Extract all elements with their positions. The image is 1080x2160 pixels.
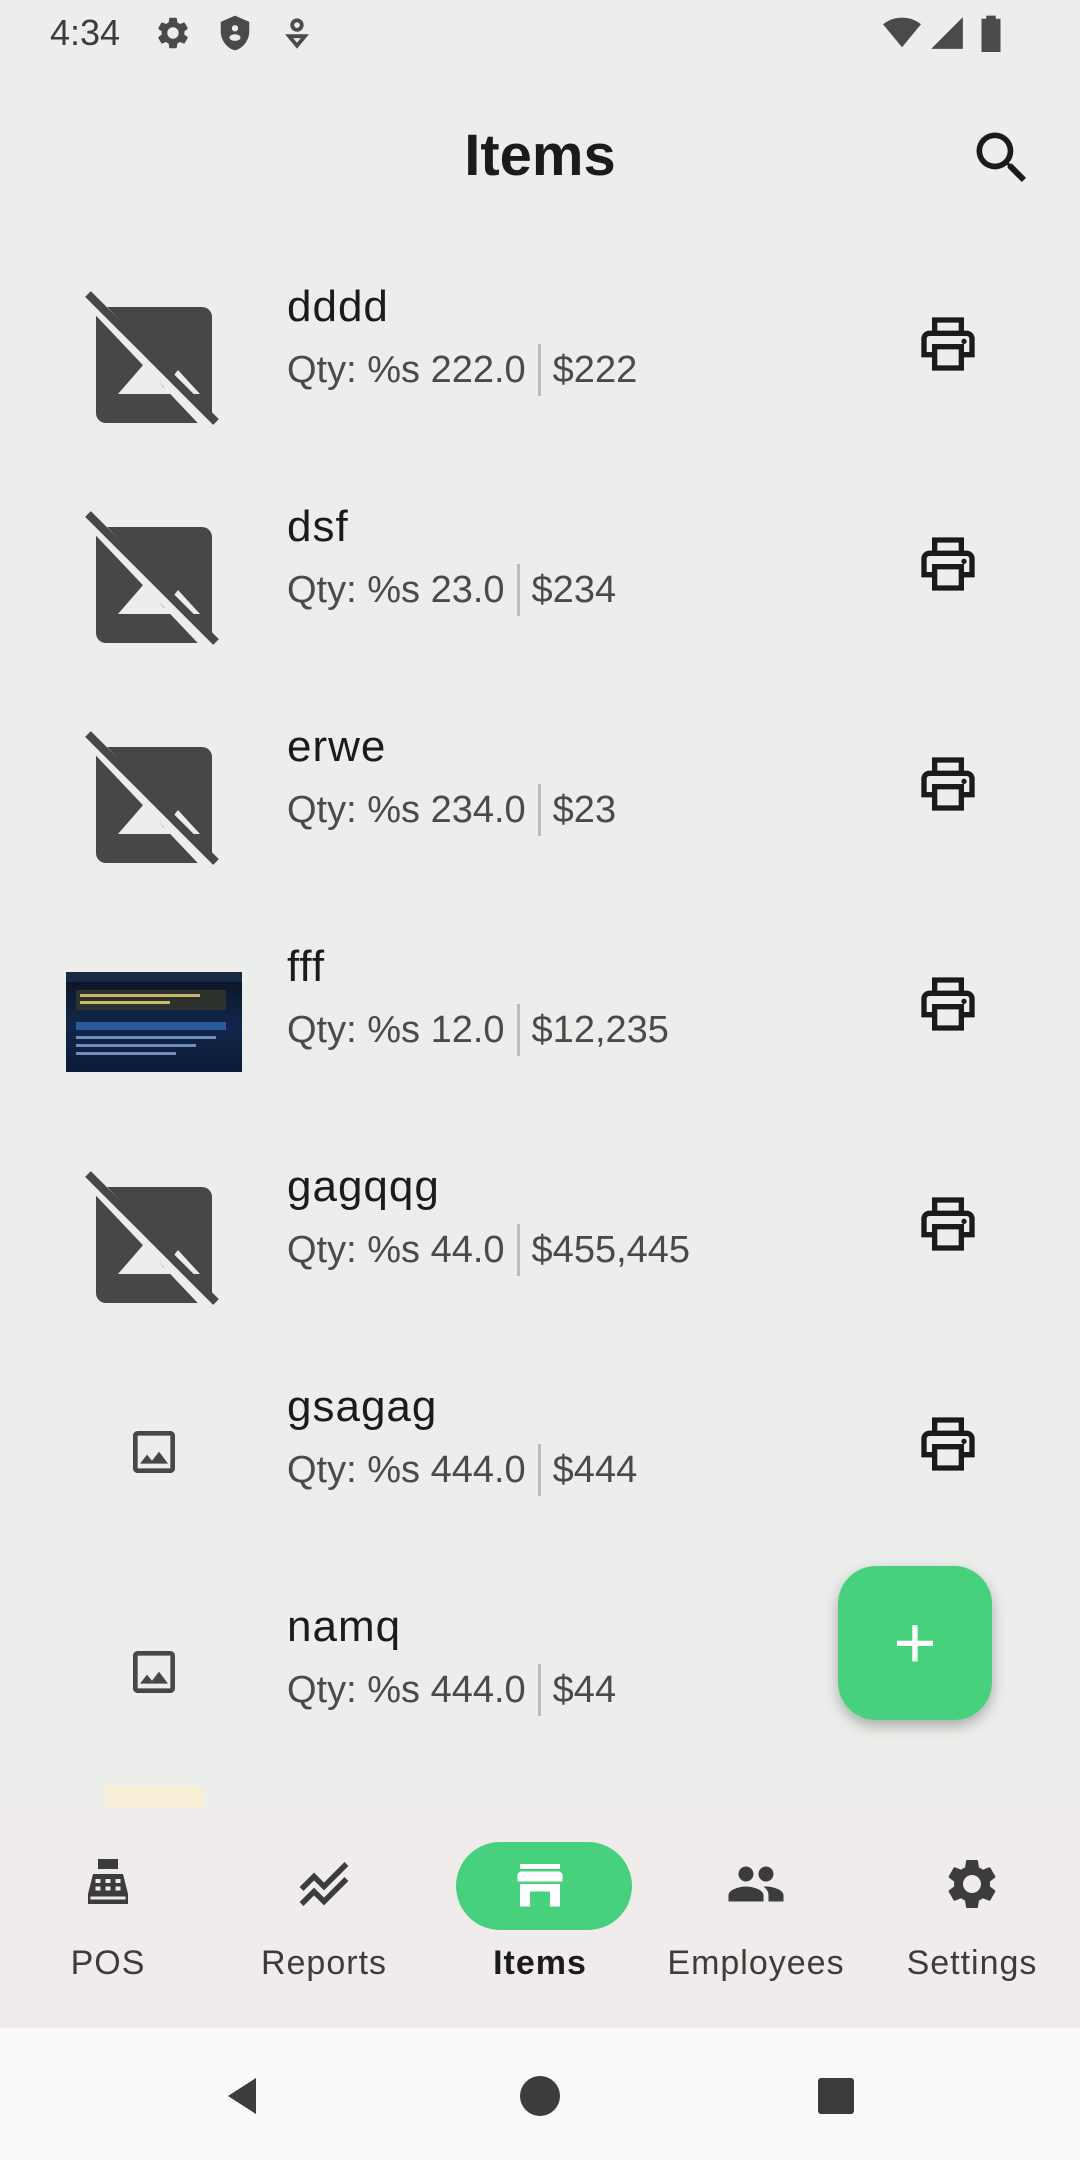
- recents-icon: [818, 2078, 854, 2114]
- system-navigation-bar: [0, 2028, 1080, 2160]
- status-time: 4:34: [50, 12, 121, 53]
- nav-item-settings[interactable]: Settings: [864, 1810, 1080, 2028]
- home-icon: [520, 2076, 560, 2116]
- list-item[interactable]: dsf Qty: %s 23.0 $234: [0, 460, 1080, 680]
- divider: [537, 784, 541, 836]
- gear-icon: [942, 1854, 1002, 1914]
- item-name: dddd: [287, 282, 389, 331]
- item-qty: Qty: %s 444.0: [287, 1668, 526, 1711]
- battery-icon: [978, 14, 1004, 52]
- back-button[interactable]: [220, 2072, 268, 2120]
- item-name: gagqqg: [287, 1162, 440, 1211]
- status-bar: 4:34: [0, 0, 1080, 66]
- printer-icon: [921, 1417, 975, 1471]
- page-title: Items: [464, 123, 616, 188]
- shield-icon: [216, 14, 254, 52]
- trend-icon: [294, 1854, 354, 1914]
- list-item[interactable]: fff Qty: %s 12.0 $12,235: [0, 900, 1080, 1120]
- printer-icon: [921, 317, 975, 371]
- recents-button[interactable]: [812, 2072, 860, 2120]
- add-item-button[interactable]: +: [838, 1566, 992, 1720]
- signal-icon: [928, 14, 966, 52]
- item-name: dsf: [287, 502, 349, 551]
- gear-icon: [154, 14, 192, 52]
- print-button[interactable]: [916, 752, 980, 816]
- item-qty: Qty: %s 44.0: [287, 1228, 505, 1271]
- item-name: namq: [287, 1602, 402, 1651]
- broken-image-icon: [66, 492, 242, 652]
- nav-label: Reports: [260, 1944, 388, 1982]
- search-icon: [976, 132, 1027, 183]
- nav-label: POS: [70, 1944, 146, 1982]
- divider: [516, 1004, 520, 1056]
- item-qty: Qty: %s 444.0: [287, 1448, 526, 1491]
- divider: [537, 1664, 541, 1716]
- item-name: erwe: [287, 722, 387, 771]
- item-meta: Qty: %s 444.0 $444: [287, 1444, 637, 1496]
- print-button[interactable]: [916, 312, 980, 376]
- divider: [516, 1224, 520, 1276]
- print-button[interactable]: [916, 972, 980, 1036]
- item-qty: Qty: %s 23.0: [287, 568, 505, 611]
- item-meta: Qty: %s 12.0 $12,235: [287, 1004, 669, 1056]
- item-name: fff: [287, 942, 326, 991]
- item-price: $444: [552, 1448, 638, 1491]
- item-price: $44: [552, 1668, 617, 1711]
- wifi-icon: [880, 14, 924, 52]
- item-qty: Qty: %s 234.0: [287, 788, 526, 831]
- item-qty: Qty: %s 222.0: [287, 348, 526, 391]
- print-button[interactable]: [916, 532, 980, 596]
- item-price: $234: [531, 568, 617, 611]
- home-button[interactable]: [516, 2072, 564, 2120]
- nav-item-employees[interactable]: Employees: [648, 1810, 864, 2028]
- printer-icon: [921, 977, 975, 1031]
- divider: [516, 564, 520, 616]
- image-icon: [126, 1424, 182, 1480]
- item-qty: Qty: %s 12.0: [287, 1008, 505, 1051]
- store-icon: [510, 1854, 570, 1914]
- broken-image-icon: [66, 1152, 242, 1312]
- item-price: $23: [552, 788, 617, 831]
- item-meta: Qty: %s 444.0 $44: [287, 1664, 616, 1716]
- item-photo: [66, 972, 242, 1072]
- broken-image-icon: [66, 712, 242, 872]
- partial-thumbnail: [104, 1786, 204, 1808]
- cash-register-icon: [78, 1854, 138, 1914]
- nav-label: Employees: [667, 1944, 845, 1982]
- location-icon: [278, 14, 316, 52]
- printer-icon: [921, 537, 975, 591]
- item-meta: Qty: %s 222.0 $222: [287, 344, 637, 396]
- item-meta: Qty: %s 23.0 $234: [287, 564, 616, 616]
- broken-image-icon: [66, 272, 242, 432]
- printer-icon: [921, 1197, 975, 1251]
- item-price: $12,235: [531, 1008, 669, 1051]
- top-app-bar: Items: [0, 66, 1080, 246]
- print-button[interactable]: [916, 1192, 980, 1256]
- image-icon: [126, 1644, 182, 1700]
- nav-item-pos[interactable]: POS: [0, 1810, 216, 2028]
- item-meta: Qty: %s 44.0 $455,445: [287, 1224, 690, 1276]
- printer-icon: [921, 757, 975, 811]
- people-icon: [726, 1854, 786, 1914]
- list-item[interactable]: gsagag Qty: %s 444.0 $444: [0, 1340, 1080, 1560]
- divider: [537, 344, 541, 396]
- print-button[interactable]: [916, 1412, 980, 1476]
- nav-label: Items: [493, 1944, 587, 1982]
- nav-label: Settings: [906, 1944, 1038, 1982]
- item-price: $455,445: [531, 1228, 691, 1271]
- item-name: gsagag: [287, 1382, 438, 1431]
- divider: [537, 1444, 541, 1496]
- search-button[interactable]: [968, 124, 1036, 192]
- list-item[interactable]: gagqqg Qty: %s 44.0 $455,445: [0, 1120, 1080, 1340]
- list-item[interactable]: dddd Qty: %s 222.0 $222: [0, 240, 1080, 460]
- list-item[interactable]: erwe Qty: %s 234.0 $23: [0, 680, 1080, 900]
- nav-item-items[interactable]: Items: [432, 1810, 648, 2028]
- item-price: $222: [552, 348, 638, 391]
- nav-item-reports[interactable]: Reports: [216, 1810, 432, 2028]
- item-meta: Qty: %s 234.0 $23: [287, 784, 616, 836]
- bottom-navigation: POS Reports Items Employees Settings: [0, 1810, 1080, 2028]
- back-icon: [228, 2078, 256, 2114]
